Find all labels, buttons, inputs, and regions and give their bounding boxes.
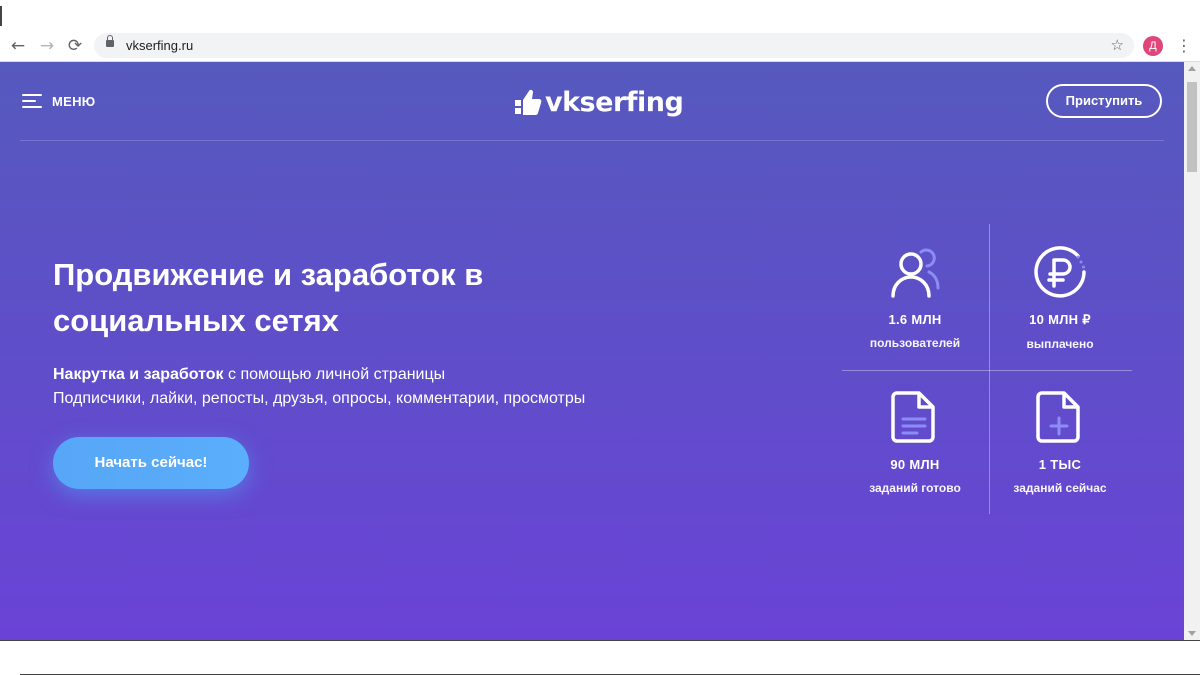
document-plus-icon [1036, 391, 1080, 443]
address-bar[interactable]: vkserfing.ru ☆ [94, 33, 1134, 58]
stat-paid: 10 МЛН ₽ выплачено [990, 242, 1130, 351]
menu-button[interactable]: МЕНЮ [22, 90, 96, 112]
hero-subtitle: Накрутка и заработок с помощью личной ст… [53, 363, 753, 411]
window-top-strip [0, 0, 1200, 30]
stat-tasks-done: 90 МЛН заданий готово [845, 387, 985, 495]
page-viewport: МЕНЮ vkserfing Приступить Продвижение и … [0, 62, 1184, 640]
back-arrow-icon[interactable]: ← [8, 36, 28, 56]
stat-tasks-now: 1 ТЫС заданий сейчас [990, 387, 1130, 495]
hero-subtitle-rest: с помощью личной страницы [223, 366, 446, 383]
site-logo[interactable]: vkserfing [513, 82, 684, 122]
stat-tasks-done-label: заданий готово [869, 481, 961, 495]
lock-icon [106, 35, 114, 47]
url-text[interactable]: vkserfing.ru [126, 38, 193, 53]
stat-tasks-now-label: заданий сейчас [1013, 481, 1107, 495]
stat-users-value: 1.6 МЛН [888, 312, 942, 327]
header-divider [20, 140, 1164, 141]
window-bottom-strip [0, 640, 1200, 675]
stat-tasks-now-value: 1 ТЫС [1038, 457, 1082, 472]
stat-users-label: пользователей [869, 336, 961, 350]
scroll-down-arrow-icon[interactable] [1188, 631, 1196, 636]
bookmark-star-icon[interactable]: ☆ [1111, 36, 1124, 54]
stat-users: 1.6 МЛН пользователей [845, 242, 985, 350]
page-scrollbar[interactable] [1184, 62, 1200, 640]
start-now-button[interactable]: Начать сейчас! [53, 437, 249, 489]
menu-label: МЕНЮ [52, 93, 96, 109]
hero-title: Продвижение и заработок в социальных сет… [53, 257, 484, 338]
stat-tasks-done-value: 90 МЛН [890, 457, 940, 472]
stat-paid-value: 10 МЛН ₽ [1029, 312, 1091, 327]
thumbs-up-icon [513, 89, 542, 115]
profile-avatar[interactable]: Д [1143, 36, 1163, 56]
browser-menu-icon[interactable]: ⋮ [1176, 36, 1192, 56]
hamburger-icon [22, 94, 42, 108]
window-edge [0, 6, 2, 26]
browser-toolbar: ← → ⟳ vkserfing.ru ☆ Д ⋮ [0, 30, 1200, 62]
stat-paid-label: выплачено [1026, 337, 1094, 351]
stats-horizontal-divider [842, 370, 1132, 371]
start-button[interactable]: Приступить [1046, 84, 1162, 118]
reload-icon[interactable]: ⟳ [65, 36, 85, 56]
logo-text: vkserfing [545, 86, 684, 118]
forward-arrow-icon[interactable]: → [37, 36, 57, 56]
hero-subtitle-line2: Подписчики, лайки, репосты, друзья, опро… [53, 390, 586, 407]
ruble-coin-icon [1034, 246, 1086, 298]
scroll-up-arrow-icon[interactable] [1188, 66, 1196, 71]
hero-subtitle-bold: Накрутка и заработок [53, 366, 224, 383]
scrollbar-thumb[interactable] [1187, 82, 1197, 172]
document-lines-icon [891, 391, 935, 443]
users-icon [891, 248, 940, 298]
